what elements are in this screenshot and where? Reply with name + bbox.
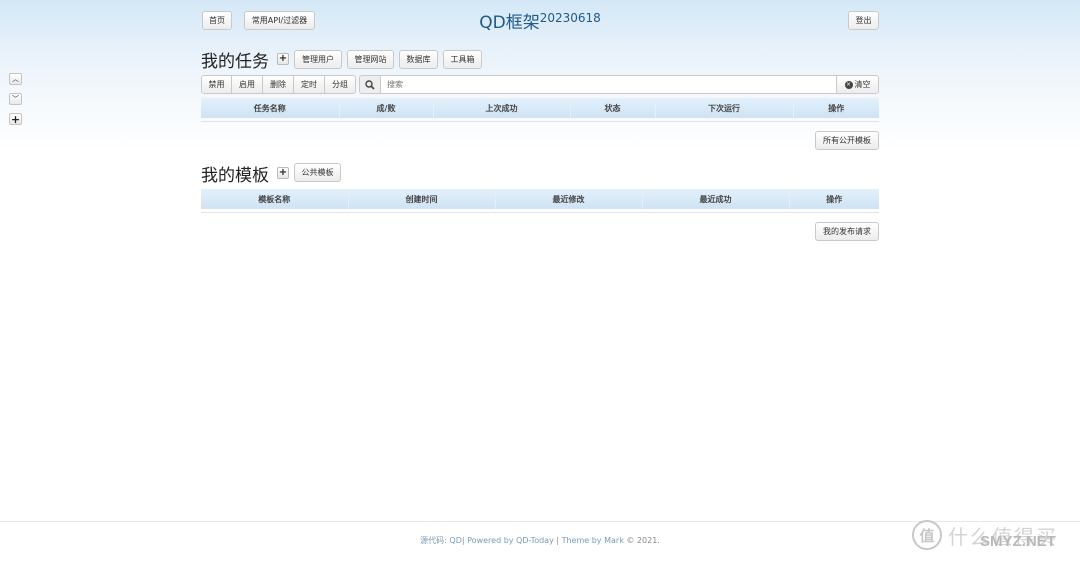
enable-button[interactable]: 启用 [232, 75, 263, 94]
col-success-fail[interactable]: 成/败 [339, 98, 434, 118]
footer-powered-by-link[interactable]: Powered by QD-Today [467, 536, 554, 545]
col-last-success[interactable]: 最近成功 [642, 189, 790, 209]
group-button[interactable]: 分组 [325, 75, 356, 94]
delete-button[interactable]: 删除 [263, 75, 294, 94]
watermark-en-text: SMYZ.NET [980, 533, 1056, 550]
clear-button[interactable]: × 清空 [837, 75, 879, 94]
col-task-name[interactable]: 任务名称 [201, 98, 340, 118]
task-action-toolbar: 禁用 启用 删除 定时 分组 [201, 75, 356, 94]
all-public-templates-button[interactable]: 所有公开模板 [815, 131, 879, 150]
toolbox-button[interactable]: 工具箱 [443, 50, 482, 69]
schedule-button[interactable]: 定时 [294, 75, 325, 94]
plus-icon: + [10, 112, 21, 126]
col-template-name[interactable]: 模板名称 [201, 189, 349, 209]
search-bar: × 清空 [359, 75, 879, 94]
close-circle-icon: × [844, 80, 853, 89]
my-publish-requests-button[interactable]: 我的发布请求 [815, 222, 879, 241]
page-title: QD框架20230618 [0, 8, 1080, 33]
manage-users-button[interactable]: 管理用户 [294, 50, 342, 69]
col-actions: 操作 [793, 98, 879, 118]
col-next-run[interactable]: 下次运行 [655, 98, 794, 118]
watermark-logo-icon: 值 [912, 520, 942, 550]
tasks-title: 我的任务 [201, 52, 269, 72]
database-button[interactable]: 数据库 [399, 50, 438, 69]
chevron-down-icon: ﹀ [12, 95, 19, 103]
footer-source-label: 源代码 [420, 536, 445, 545]
footer-theme-by: Theme by [561, 536, 602, 545]
clear-label: 清空 [854, 80, 871, 89]
watermark: 值 什么值得买 SMYZ.NET [910, 520, 1070, 554]
version-text: 20230618 [539, 11, 601, 25]
scroll-up-button[interactable]: ︿ [9, 73, 22, 85]
table-empty-row [201, 118, 879, 122]
footer-sep: | [556, 536, 560, 545]
footer-copyright: © 2021. [626, 536, 660, 545]
templates-table: 模板名称 创建时间 最近修改 最近成功 操作 [201, 189, 879, 213]
chevron-up-icon: ︿ [12, 75, 19, 83]
col-created-time[interactable]: 创建时间 [348, 189, 496, 209]
templates-title: 我的模板 [201, 166, 269, 186]
footer-sep: | [461, 536, 465, 545]
side-add-button[interactable]: + [9, 112, 22, 126]
footer-source-link[interactable]: QD [449, 536, 461, 545]
manage-sites-button[interactable]: 管理网站 [347, 50, 394, 69]
search-input[interactable] [381, 75, 837, 94]
public-templates-button[interactable]: 公共模板 [294, 163, 341, 182]
footer-author-link[interactable]: Mark [604, 536, 624, 545]
logout-button[interactable]: 登出 [848, 11, 879, 30]
add-template-button[interactable]: + [277, 167, 289, 179]
title-text: QD框架 [479, 13, 540, 33]
table-empty-row [201, 209, 879, 213]
search-icon [359, 75, 381, 94]
col-actions: 操作 [789, 189, 879, 209]
col-last-success[interactable]: 上次成功 [433, 98, 571, 118]
add-task-button[interactable]: + [277, 53, 289, 65]
tasks-table: 任务名称 成/败 上次成功 状态 下次运行 操作 [201, 98, 879, 122]
scroll-down-button[interactable]: ﹀ [9, 93, 22, 105]
col-last-modified[interactable]: 最近修改 [495, 189, 643, 209]
disable-button[interactable]: 禁用 [201, 75, 232, 94]
col-status[interactable]: 状态 [570, 98, 656, 118]
